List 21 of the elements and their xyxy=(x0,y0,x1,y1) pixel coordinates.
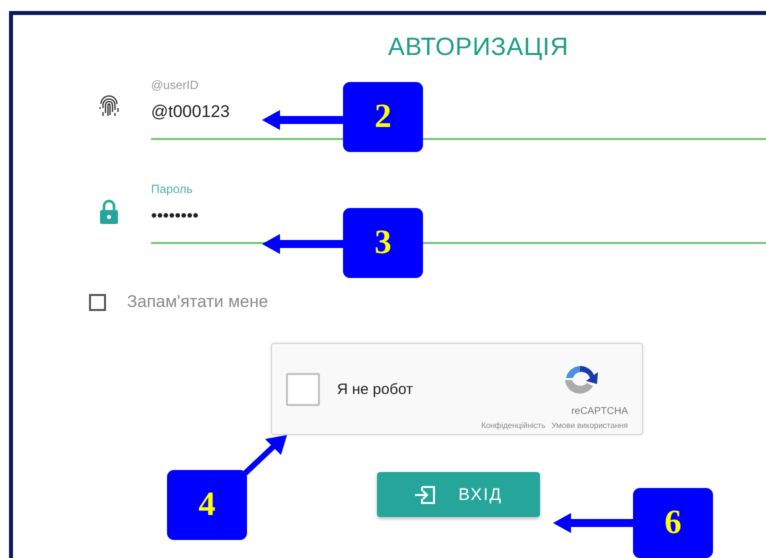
login-button[interactable]: ВХІД xyxy=(377,472,540,517)
field-label: @userID xyxy=(151,78,199,92)
captcha-brand-name: reCAPTCHA xyxy=(571,406,628,417)
form-title: АВТОРИЗАЦІЯ xyxy=(388,32,569,62)
lock-icon xyxy=(97,199,121,225)
captcha-link[interactable]: Конфіденційність xyxy=(481,421,546,430)
callout-number: 4 xyxy=(167,470,247,540)
login-icon xyxy=(414,484,436,504)
field-label: Пароль xyxy=(151,182,193,196)
callout-number: 3 xyxy=(343,208,423,278)
captcha-link[interactable]: Умови використання xyxy=(552,421,628,430)
arrow-icon xyxy=(262,110,346,130)
field-value: •••••••• xyxy=(151,206,199,226)
callout-number: 6 xyxy=(633,488,713,558)
callout-number: 2 xyxy=(343,82,423,152)
captcha-label: Я не робот xyxy=(337,380,414,398)
remember-checkbox[interactable] xyxy=(89,294,106,310)
arrow-icon xyxy=(262,234,346,254)
field-value: @t000123 xyxy=(151,102,230,122)
captcha-checkbox[interactable] xyxy=(286,372,320,406)
checkbox-label: Запам'ятати мене xyxy=(127,292,268,312)
